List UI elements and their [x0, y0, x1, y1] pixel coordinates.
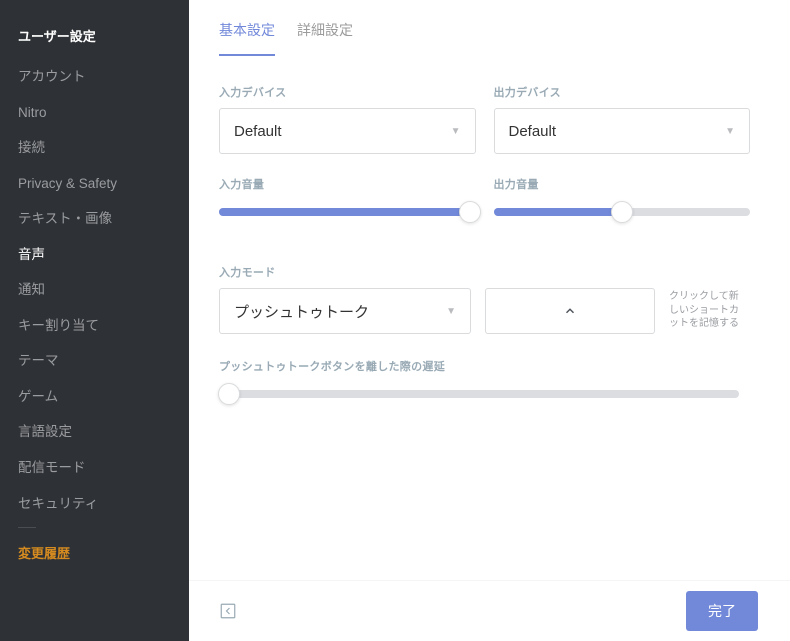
ptt-shortcut-help: クリックして新しいショートカットを記憶する [669, 288, 741, 331]
input-mode-value: プッシュトゥトーク [234, 301, 369, 322]
ptt-delay-thumb[interactable] [218, 383, 240, 405]
input-volume-slider[interactable] [219, 200, 476, 224]
caret-down-icon: ▼ [446, 306, 456, 317]
output-device-label: 出力デバイス [494, 84, 751, 100]
chevron-up-icon [563, 304, 577, 318]
input-device-label: 入力デバイス [219, 84, 476, 100]
input-device-select[interactable]: Default ▼ [219, 108, 476, 154]
tabs: 基本設定 詳細設定 [219, 20, 750, 56]
back-icon[interactable] [219, 602, 237, 620]
input-volume-label: 入力音量 [219, 176, 476, 192]
output-device-value: Default [509, 123, 557, 140]
ptt-delay-slider[interactable] [219, 382, 739, 406]
done-button[interactable]: 完了 [686, 591, 758, 631]
sidebar-item-connections[interactable]: 接続 [0, 130, 189, 166]
ptt-delay-label: プッシュトゥトークボタンを離した際の遅延 [219, 358, 750, 374]
input-volume-fill [219, 208, 470, 216]
sidebar-item-theme[interactable]: テーマ [0, 343, 189, 379]
input-mode-label: 入力モード [219, 264, 750, 280]
content: 基本設定 詳細設定 入力デバイス Default ▼ 出力デバイス Defaul… [189, 0, 790, 581]
sidebar-item-keybinds[interactable]: キー割り当て [0, 308, 189, 344]
sidebar-item-changelog[interactable]: 変更履歴 [0, 534, 189, 571]
sidebar-item-privacy[interactable]: Privacy & Safety [0, 166, 189, 202]
sidebar-item-notifications[interactable]: 通知 [0, 272, 189, 308]
sidebar-item-security[interactable]: セキュリティ [0, 486, 189, 522]
sidebar: ユーザー設定 アカウント Nitro 接続 Privacy & Safety テ… [0, 0, 189, 641]
sidebar-item-nitro[interactable]: Nitro [0, 95, 189, 131]
input-volume-thumb[interactable] [459, 201, 481, 223]
caret-down-icon: ▼ [451, 126, 461, 137]
input-device-value: Default [234, 123, 282, 140]
sidebar-item-text-images[interactable]: テキスト・画像 [0, 201, 189, 237]
footer: 完了 [189, 581, 790, 641]
input-mode-select[interactable]: プッシュトゥトーク ▼ [219, 288, 471, 334]
output-device-select[interactable]: Default ▼ [494, 108, 751, 154]
sidebar-separator [18, 527, 36, 528]
output-volume-label: 出力音量 [494, 176, 751, 192]
ptt-shortcut-box[interactable] [485, 288, 655, 334]
output-volume-slider[interactable] [494, 200, 751, 224]
tab-basic[interactable]: 基本設定 [219, 20, 275, 56]
main-panel: 基本設定 詳細設定 入力デバイス Default ▼ 出力デバイス Defaul… [189, 0, 790, 641]
sidebar-item-language[interactable]: 言語設定 [0, 414, 189, 450]
sidebar-item-games[interactable]: ゲーム [0, 379, 189, 415]
tab-advanced[interactable]: 詳細設定 [297, 20, 353, 56]
output-volume-fill [494, 208, 622, 216]
sidebar-title: ユーザー設定 [0, 18, 189, 59]
sidebar-item-voice[interactable]: 音声 [0, 237, 189, 273]
sidebar-item-account[interactable]: アカウント [0, 59, 189, 95]
output-volume-thumb[interactable] [611, 201, 633, 223]
sidebar-item-streamer-mode[interactable]: 配信モード [0, 450, 189, 486]
caret-down-icon: ▼ [725, 126, 735, 137]
